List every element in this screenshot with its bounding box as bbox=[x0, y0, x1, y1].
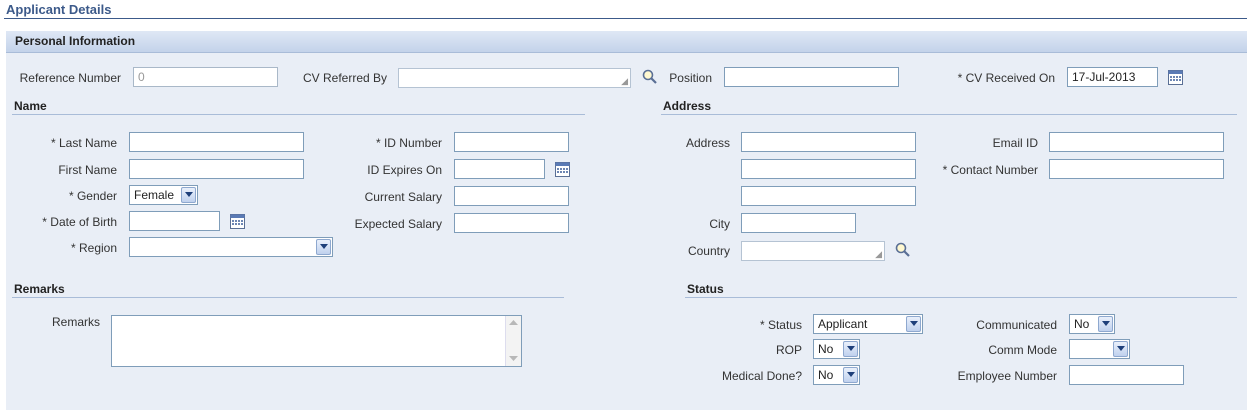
address-line-1-field[interactable] bbox=[741, 132, 916, 152]
remarks-section-divider bbox=[12, 297, 564, 298]
expected-salary-field[interactable] bbox=[454, 213, 569, 233]
resize-grip-icon: ◢ bbox=[875, 249, 882, 259]
title-divider bbox=[4, 18, 1247, 19]
address-section-divider bbox=[661, 114, 1237, 115]
chevron-down-icon bbox=[181, 187, 196, 203]
country-label: Country bbox=[687, 244, 730, 258]
position-label: Position bbox=[669, 71, 712, 85]
status-value: Applicant bbox=[818, 317, 868, 331]
medical-done-label: Medical Done? bbox=[721, 369, 802, 383]
position-field[interactable] bbox=[724, 67, 899, 87]
scroll-up-icon[interactable] bbox=[509, 320, 518, 326]
chevron-down-icon bbox=[843, 341, 858, 357]
rop-value: No bbox=[818, 342, 834, 356]
current-salary-label: Current Salary bbox=[364, 190, 442, 204]
communicated-label: Communicated bbox=[976, 318, 1057, 332]
date-of-birth-label: * Date of Birth bbox=[42, 215, 117, 229]
status-select[interactable]: Applicant bbox=[813, 314, 923, 334]
city-field[interactable] bbox=[741, 213, 856, 233]
chevron-down-icon bbox=[1113, 341, 1128, 357]
country-field[interactable]: ◢ bbox=[741, 241, 885, 261]
remarks-section-title: Remarks bbox=[14, 282, 65, 296]
first-name-label: First Name bbox=[58, 163, 117, 177]
calendar-icon[interactable] bbox=[1168, 70, 1183, 85]
chevron-down-icon bbox=[843, 367, 858, 383]
date-of-birth-field[interactable] bbox=[129, 211, 220, 231]
chevron-down-icon bbox=[1098, 316, 1113, 332]
communicated-value: No bbox=[1074, 317, 1090, 331]
medical-done-value: No bbox=[818, 368, 834, 382]
id-expires-on-field[interactable] bbox=[454, 159, 545, 179]
reference-number-label: Reference Number bbox=[19, 71, 121, 85]
chevron-down-icon bbox=[316, 239, 331, 255]
address-line-2-field[interactable] bbox=[741, 159, 916, 179]
rop-select[interactable]: No bbox=[813, 339, 860, 359]
gender-select[interactable]: Female bbox=[129, 185, 198, 205]
first-name-field[interactable] bbox=[129, 159, 304, 179]
comm-mode-select[interactable] bbox=[1069, 339, 1130, 359]
region-select[interactable] bbox=[129, 237, 333, 257]
page-title: Applicant Details bbox=[6, 2, 112, 17]
cv-received-on-label: * CV Received On bbox=[957, 71, 1055, 85]
gender-label: * Gender bbox=[68, 189, 117, 203]
panel-header: Personal Information bbox=[6, 31, 1247, 53]
region-label: * Region bbox=[70, 241, 117, 255]
chevron-down-icon bbox=[906, 316, 921, 332]
status-section-divider bbox=[685, 297, 1237, 298]
search-icon[interactable] bbox=[895, 242, 911, 258]
cv-referred-by-label: CV Referred By bbox=[302, 71, 387, 85]
contact-number-field[interactable] bbox=[1049, 159, 1224, 179]
scroll-down-icon[interactable] bbox=[509, 356, 518, 362]
comm-mode-label: Comm Mode bbox=[988, 343, 1057, 357]
remarks-label: Remarks bbox=[51, 315, 100, 329]
remarks-textarea[interactable] bbox=[111, 315, 522, 367]
address-section-title: Address bbox=[663, 99, 712, 113]
employee-number-field[interactable] bbox=[1069, 365, 1184, 385]
name-section-divider bbox=[12, 114, 585, 115]
expected-salary-label: Expected Salary bbox=[354, 217, 442, 231]
cv-referred-by-field[interactable]: ◢ bbox=[398, 68, 631, 88]
id-expires-on-label: ID Expires On bbox=[367, 163, 442, 177]
contact-number-label: * Contact Number bbox=[942, 163, 1038, 177]
calendar-icon[interactable] bbox=[555, 162, 570, 177]
search-icon[interactable] bbox=[642, 69, 658, 85]
gender-value: Female bbox=[134, 188, 175, 202]
city-label: City bbox=[709, 217, 730, 231]
cv-received-on-field[interactable] bbox=[1067, 67, 1158, 87]
status-label: * Status bbox=[759, 318, 802, 332]
last-name-label: * Last Name bbox=[50, 136, 117, 150]
id-number-field[interactable] bbox=[454, 132, 569, 152]
remarks-scrollbar[interactable] bbox=[505, 316, 521, 366]
email-id-label: Email ID bbox=[992, 136, 1038, 150]
address-line-3-field[interactable] bbox=[741, 186, 916, 206]
panel-title: Personal Information bbox=[15, 34, 136, 48]
employee-number-label: Employee Number bbox=[957, 369, 1057, 383]
rop-label: ROP bbox=[775, 343, 802, 357]
resize-grip-icon: ◢ bbox=[621, 76, 628, 86]
email-id-field[interactable] bbox=[1049, 132, 1224, 152]
current-salary-field[interactable] bbox=[454, 186, 569, 206]
address-label: Address bbox=[685, 136, 730, 150]
status-section-title: Status bbox=[687, 282, 724, 296]
name-section-title: Name bbox=[14, 99, 47, 113]
communicated-select[interactable]: No bbox=[1069, 314, 1115, 334]
medical-done-select[interactable]: No bbox=[813, 365, 860, 385]
id-number-label: * ID Number bbox=[375, 136, 442, 150]
reference-number-field[interactable] bbox=[133, 67, 278, 87]
last-name-field[interactable] bbox=[129, 132, 304, 152]
calendar-icon[interactable] bbox=[230, 214, 245, 229]
